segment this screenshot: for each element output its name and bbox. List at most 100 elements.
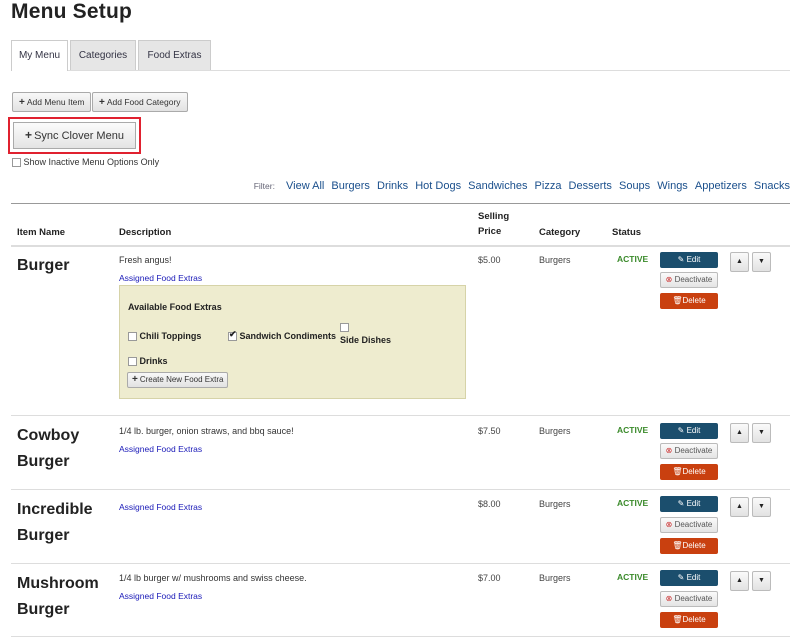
filter-hot-dogs[interactable]: Hot Dogs <box>415 180 461 192</box>
table-top-border <box>11 203 790 204</box>
deactivate-button[interactable]: ⊗ Deactivate <box>660 591 718 607</box>
food-extra-option[interactable]: Drinks <box>128 356 168 367</box>
caret-down-icon: ▼ <box>758 503 765 510</box>
trash-icon: 🗑 <box>672 615 683 624</box>
move-up-button[interactable]: ▲ <box>730 497 749 517</box>
tab-categories[interactable]: Categories <box>70 40 136 70</box>
status-badge: ACTIVE <box>617 572 649 582</box>
edit-button[interactable]: ✎ Edit <box>660 423 718 439</box>
filter-soups[interactable]: Soups <box>619 180 650 192</box>
pencil-icon: ✎ <box>677 255 685 264</box>
food-extra-checkbox[interactable] <box>128 357 137 367</box>
delete-button[interactable]: 🗑Delete <box>660 612 718 628</box>
move-down-button[interactable]: ▼ <box>752 497 771 517</box>
food-extra-option[interactable]: ✔ Sandwich Condiments <box>228 329 336 342</box>
cancel-circle-icon: ⊗ <box>665 594 673 603</box>
header-item-name: Item Name <box>17 227 66 238</box>
move-down-button[interactable]: ▼ <box>752 571 771 591</box>
move-up-button[interactable]: ▲ <box>730 571 749 591</box>
cancel-circle-icon: ⊗ <box>665 275 673 284</box>
header-status: Status <box>612 227 642 238</box>
plus-icon: + <box>25 128 33 142</box>
move-down-button[interactable]: ▼ <box>752 423 771 443</box>
assigned-food-extras-link[interactable]: Assigned Food Extras <box>119 591 202 601</box>
tab-bar: My Menu Categories Food Extras <box>11 40 790 71</box>
row-divider <box>11 636 790 637</box>
caret-up-icon: ▲ <box>736 258 743 265</box>
header-description: Description <box>119 227 172 238</box>
move-down-button[interactable]: ▼ <box>752 252 771 272</box>
move-up-button[interactable]: ▲ <box>730 423 749 443</box>
filter-sandwiches[interactable]: Sandwiches <box>468 180 527 192</box>
deactivate-button[interactable]: ⊗ Deactivate <box>660 443 718 459</box>
show-inactive-option[interactable]: Show Inactive Menu Options Only <box>12 157 160 168</box>
available-food-extras-panel: Available Food Extras Chili Toppings ✔ S… <box>119 285 466 399</box>
filter-pizza[interactable]: Pizza <box>535 180 562 192</box>
filter-appetizers[interactable]: Appetizers <box>695 180 747 192</box>
food-extra-option[interactable]: Side Dishes <box>340 322 391 345</box>
caret-up-icon: ▲ <box>736 577 743 584</box>
trash-icon: 🗑 <box>672 541 683 550</box>
edit-button[interactable]: ✎ Edit <box>660 252 718 268</box>
food-extra-checkbox[interactable] <box>340 323 349 333</box>
food-extra-checkbox[interactable] <box>128 332 137 342</box>
filter-wings[interactable]: Wings <box>657 180 688 192</box>
assigned-food-extras-link[interactable]: Assigned Food Extras <box>119 444 202 454</box>
assigned-food-extras-link[interactable]: Assigned Food Extras <box>119 273 202 283</box>
add-food-category-button[interactable]: + Add Food Category <box>92 92 188 112</box>
food-extra-option[interactable]: Chili Toppings <box>128 331 201 342</box>
item-category: Burgers <box>539 426 571 436</box>
tab-food-extras[interactable]: Food Extras <box>138 40 211 70</box>
trash-icon: 🗑 <box>672 296 683 305</box>
item-name: Incredible Burger <box>17 501 93 544</box>
food-extras-title: Available Food Extras <box>128 302 222 312</box>
item-description: 1/4 lb. burger, onion straws, and bbq sa… <box>119 426 294 436</box>
pencil-icon: ✎ <box>677 499 685 508</box>
item-category: Burgers <box>539 499 571 509</box>
plus-icon: + <box>19 97 25 108</box>
add-menu-item-button[interactable]: + Add Menu Item <box>12 92 92 112</box>
edit-button[interactable]: ✎ Edit <box>660 496 718 512</box>
filter-view-all[interactable]: View All <box>286 180 324 192</box>
filter-burgers[interactable]: Burgers <box>331 180 370 192</box>
delete-button[interactable]: 🗑Delete <box>660 293 718 309</box>
tab-my-menu[interactable]: My Menu <box>11 40 68 71</box>
plus-icon: + <box>99 97 105 108</box>
status-badge: ACTIVE <box>617 425 649 435</box>
create-food-extra-button[interactable]: + Create New Food Extra <box>127 372 229 388</box>
plus-icon: + <box>132 374 138 385</box>
delete-button[interactable]: 🗑Delete <box>660 464 718 480</box>
filter-desserts[interactable]: Desserts <box>569 180 612 192</box>
show-inactive-label: Show Inactive Menu Options Only <box>23 157 160 167</box>
caret-up-icon: ▲ <box>736 503 743 510</box>
item-price: $7.50 <box>478 426 501 436</box>
item-description: Fresh angus! <box>119 255 172 265</box>
cancel-circle-icon: ⊗ <box>665 520 673 529</box>
filter-drinks[interactable]: Drinks <box>377 180 408 192</box>
deactivate-button[interactable]: ⊗ Deactivate <box>660 272 718 288</box>
cancel-circle-icon: ⊗ <box>665 446 673 455</box>
delete-button[interactable]: 🗑Delete <box>660 538 718 554</box>
status-badge: ACTIVE <box>617 254 649 264</box>
item-price: $7.00 <box>478 573 501 583</box>
food-extra-checkbox[interactable]: ✔ <box>228 329 237 342</box>
item-price: $5.00 <box>478 255 501 265</box>
edit-button[interactable]: ✎ Edit <box>660 570 718 586</box>
caret-down-icon: ▼ <box>758 258 765 265</box>
sync-clover-menu-button[interactable]: + Sync Clover Menu <box>13 122 136 149</box>
pencil-icon: ✎ <box>677 426 685 435</box>
sync-highlight: + Sync Clover Menu <box>8 117 141 154</box>
check-icon: ✔ <box>229 329 237 340</box>
assigned-food-extras-link[interactable]: Assigned Food Extras <box>119 502 202 512</box>
show-inactive-checkbox[interactable] <box>12 158 21 168</box>
pencil-icon: ✎ <box>677 573 685 582</box>
item-name: Burger <box>17 257 70 274</box>
header-category: Category <box>539 227 581 238</box>
header-selling-price: Selling Price <box>478 211 510 237</box>
item-price: $8.00 <box>478 499 501 509</box>
item-name: Mushroom Burger <box>17 575 99 618</box>
filter-snacks[interactable]: Snacks <box>754 180 790 192</box>
move-up-button[interactable]: ▲ <box>730 252 749 272</box>
item-category: Burgers <box>539 255 571 265</box>
deactivate-button[interactable]: ⊗ Deactivate <box>660 517 718 533</box>
